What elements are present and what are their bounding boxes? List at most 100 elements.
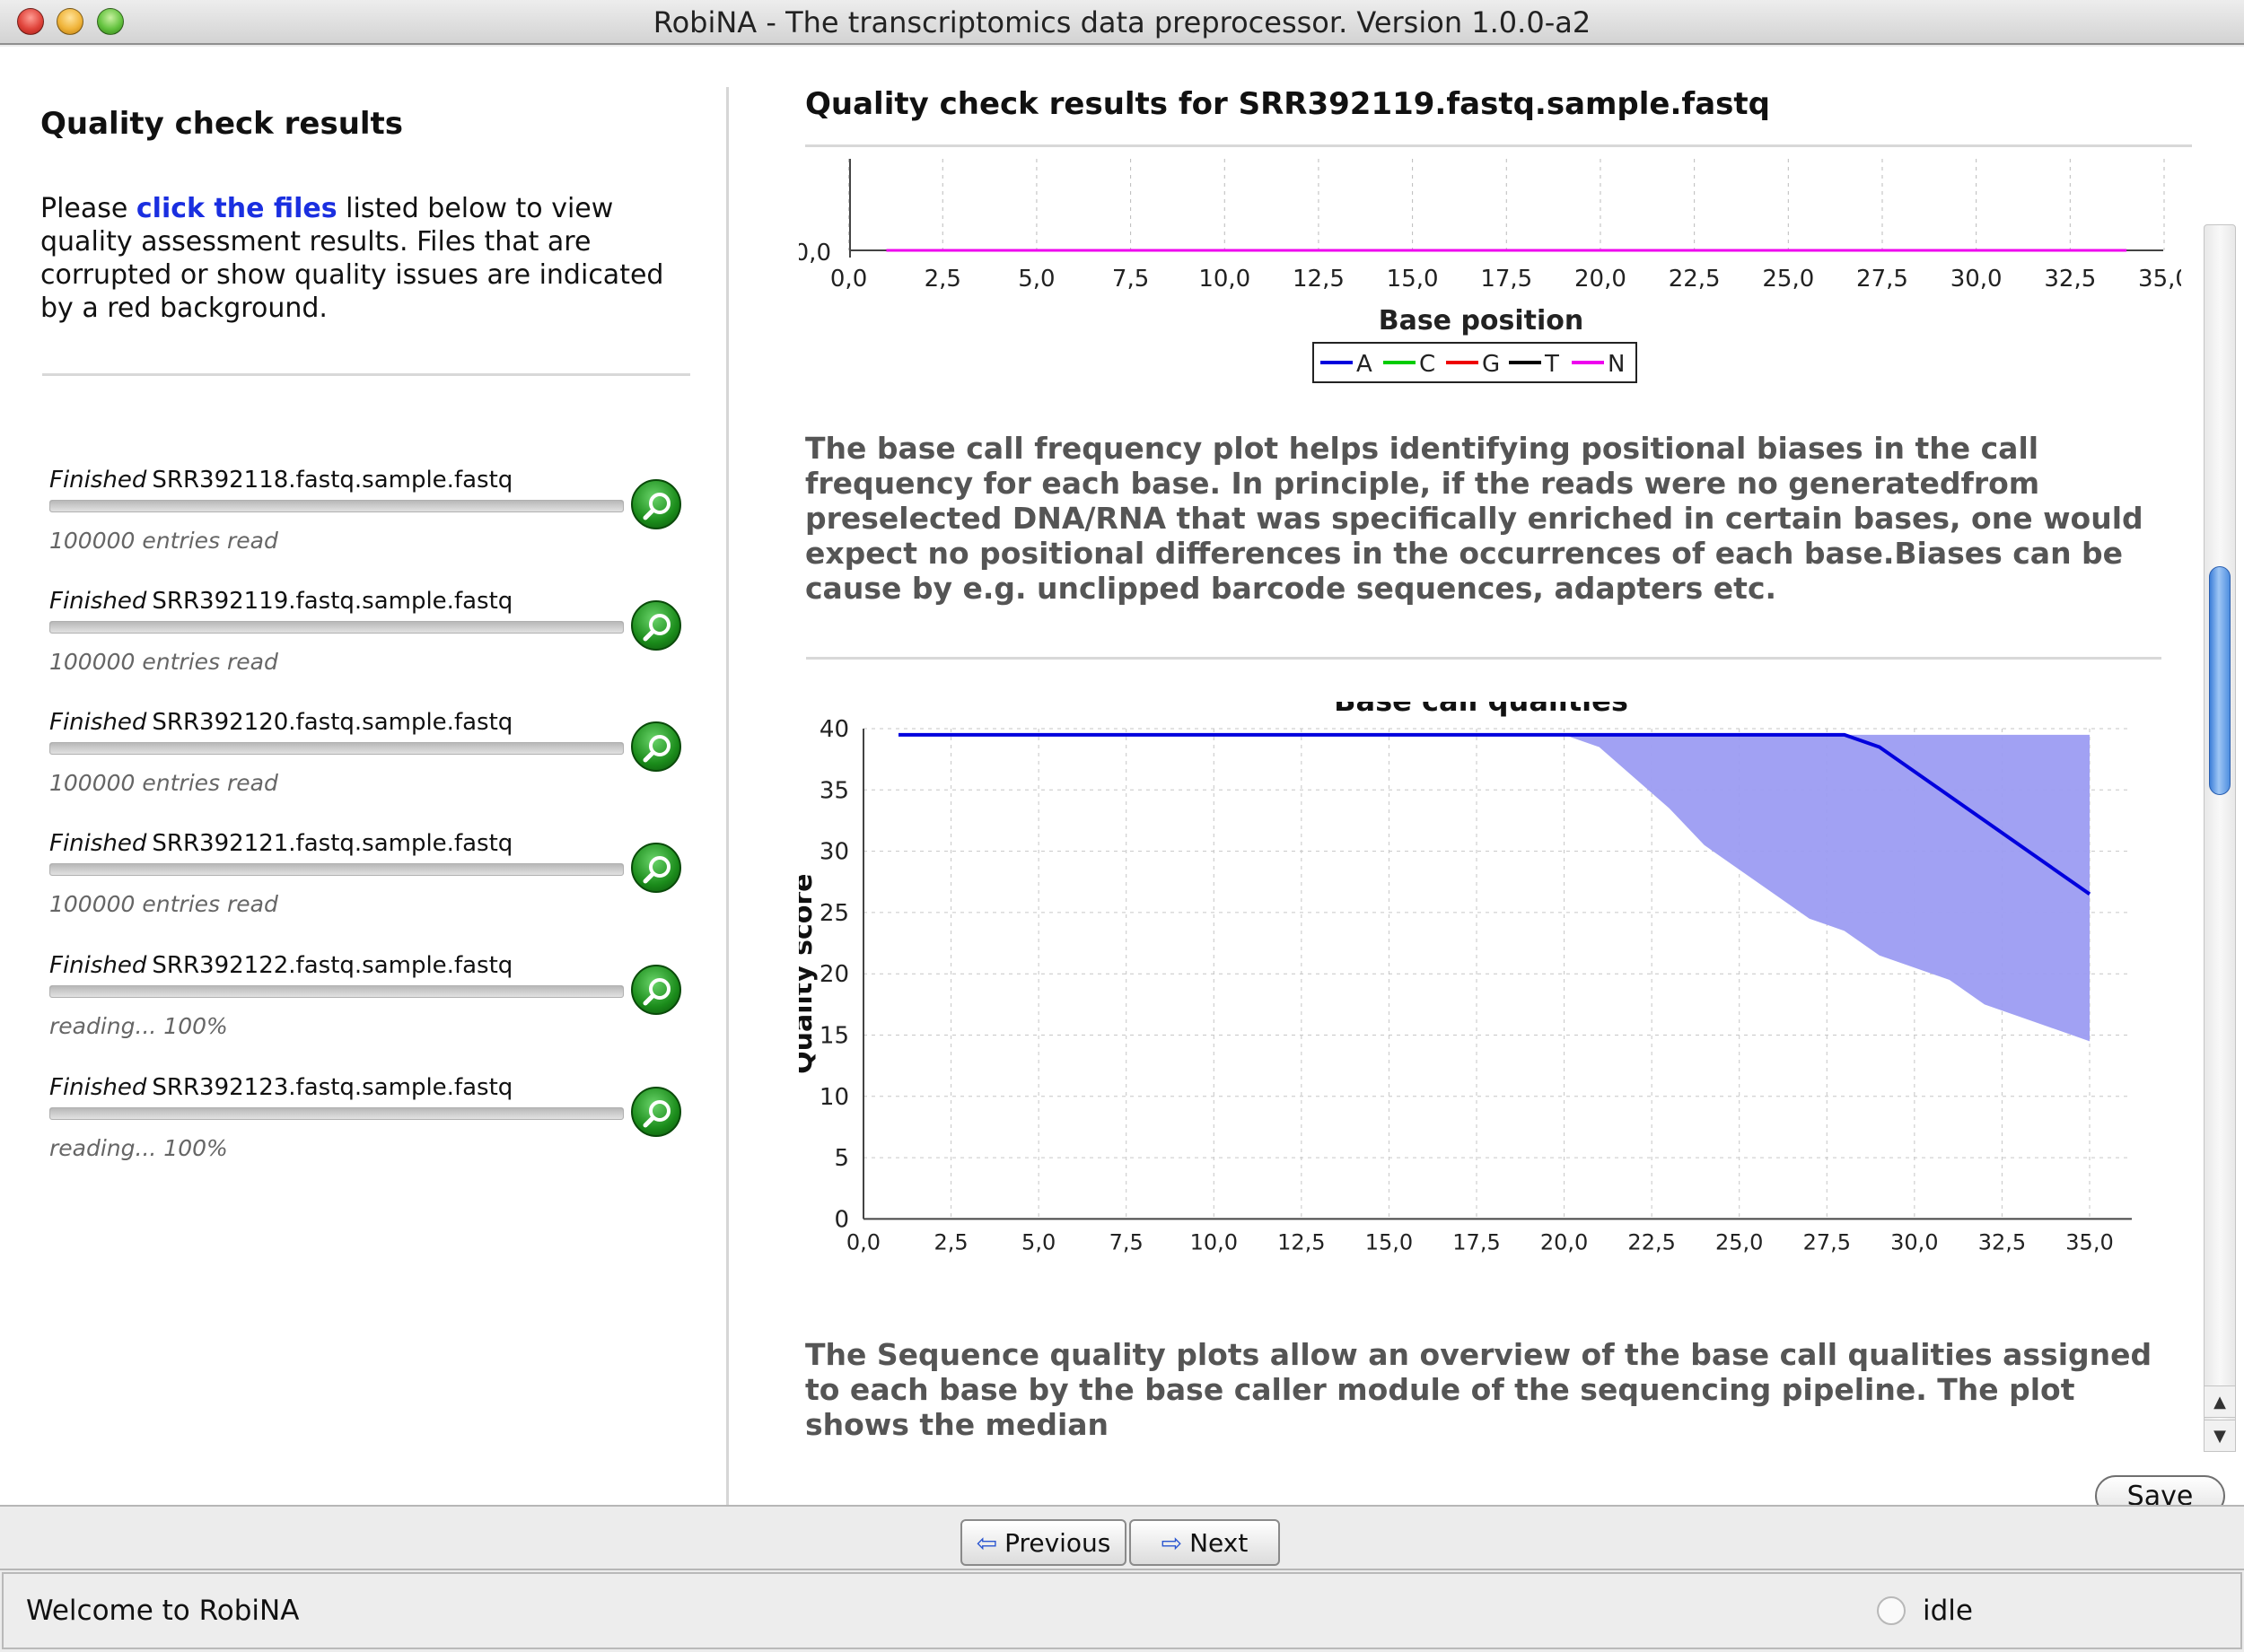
file-status: Finished SRR392119.fastq.sample.fastq [49,588,513,615]
scrollbar-thumb[interactable] [2209,566,2231,795]
x-axis-label: Base position [1379,305,1584,337]
x-tick-label: 17,5 [1452,1229,1500,1254]
separator [805,144,2192,147]
file-status-label: Finished [49,830,147,857]
file-status-label: Finished [49,709,147,736]
file-list-item[interactable]: Finished SRR392120.fastq.sample.fastq 1000… [40,709,705,817]
progress-fill [50,501,623,511]
view-results-button[interactable] [631,843,681,893]
file-status: Finished SRR392120.fastq.sample.fastq [49,709,513,736]
view-results-button[interactable] [631,600,681,651]
navigation-bar: ⇦ Previous ⇨ Next [0,1505,2244,1570]
x-tick-label: 32,5 [1978,1229,2026,1254]
y-tick-label: 25 [820,900,849,927]
file-progress-bar [49,742,624,755]
previous-label: Previous [1004,1527,1111,1558]
x-tick-label: 25,0 [1715,1229,1763,1254]
x-tick-label: 32,5 [2044,266,2096,293]
file-status-label: Finished [49,1074,147,1101]
intro-prefix: Please [40,193,136,224]
view-results-button[interactable] [631,479,681,529]
status-message: Welcome to RobiNA [26,1595,300,1627]
x-tick-label: 0,0 [830,266,867,293]
file-name: SRR392119.fastq.sample.fastq [152,588,513,615]
split-divider[interactable] [726,87,729,1523]
file-progress-bar [49,1107,624,1120]
x-tick-label: 30,0 [1890,1229,1938,1254]
file-status: Finished SRR392122.fastq.sample.fastq [49,952,513,979]
file-name: SRR392120.fastq.sample.fastq [152,709,513,736]
x-tick-label: 35,0 [2138,266,2181,293]
file-list-item[interactable]: Finished SRR392121.fastq.sample.fastq 1000… [40,830,705,938]
x-tick-label: 20,0 [1574,266,1626,293]
base-call-frequency-chart: 0,0 2,5 5,0 7,5 10,0 12,5 15,0 17,5 20,0 22,5 25,0… [799,159,2181,383]
file-list-item[interactable]: Finished SRR392122.fastq.sample.fastq read… [40,952,705,1060]
file-read-status: reading... 100% [49,1135,228,1161]
file-status: Finished SRR392123.fastq.sample.fastq [49,1074,513,1101]
x-tick-label: 15,0 [1365,1229,1413,1254]
y-tick-label: 15 [820,1023,849,1050]
file-name: SRR392118.fastq.sample.fastq [152,467,513,494]
separator [806,657,2161,660]
legend-label-G: G [1482,351,1500,378]
window-title: RobiNA - The transcriptomics data prepro… [653,5,1591,39]
next-label: Next [1189,1527,1249,1558]
scroll-down-button[interactable]: ▼ [2204,1420,2236,1452]
title-bar[interactable]: RobiNA - The transcriptomics data prepro… [0,0,2244,45]
arrow-left-icon: ⇦ [976,1527,998,1558]
click-files-highlight: click the files [136,193,337,224]
x-tick-label: 22,5 [1669,266,1721,293]
scroll-up-button[interactable]: ▲ [2204,1385,2236,1418]
panel-title: Quality check results [40,106,404,142]
view-results-button[interactable] [631,1087,681,1137]
x-tick-label: 7,5 [1109,1229,1144,1254]
file-progress-bar [49,621,624,634]
file-read-status: reading... 100% [49,1013,228,1039]
file-status-label: Finished [49,952,147,979]
file-list-item[interactable]: Finished SRR392119.fastq.sample.fastq 1000… [40,588,705,695]
file-list-item[interactable]: Finished SRR392123.fastq.sample.fastq read… [40,1074,705,1182]
file-progress-bar [49,985,624,998]
zoom-icon [643,614,671,642]
file-status: Finished SRR392121.fastq.sample.fastq [49,830,513,857]
zoom-icon [643,735,671,763]
y-tick-label: 0,0 [799,240,831,267]
chart-title: Base call qualities [1334,702,1628,718]
legend-label-C: C [1419,351,1435,378]
x-tick-label: 15,0 [1387,266,1439,293]
next-button[interactable]: ⇨ Next [1129,1519,1280,1566]
zoom-icon [643,856,671,884]
previous-button[interactable]: ⇦ Previous [960,1519,1126,1566]
status-frame: Welcome to RobiNA idle [2,1572,2242,1649]
zoom-icon [643,978,671,1006]
x-tick-label: 20,0 [1540,1229,1588,1254]
y-axis-label: Quality score [799,873,819,1073]
file-list-item[interactable]: Finished SRR392118.fastq.sample.fastq 1000… [40,467,705,574]
x-tick-label: 10,0 [1190,1229,1238,1254]
vertical-scrollbar[interactable] [2204,224,2236,1452]
x-tick-label: 27,5 [1803,1229,1851,1254]
x-tick-label: 5,0 [1021,1229,1056,1254]
y-tick-label: 40 [820,716,849,743]
file-progress-bar [49,863,624,876]
view-results-button[interactable] [631,965,681,1015]
frequency-description: The base call frequency plot helps ident… [805,431,2143,606]
x-tick-label: 35,0 [2065,1229,2113,1254]
x-tick-label: 10,0 [1198,266,1250,293]
x-tick-label: 2,5 [934,1229,968,1254]
legend-label-N: N [1608,351,1625,378]
progress-fill [50,864,623,875]
results-scroll-area[interactable]: 0,0 2,5 5,0 7,5 10,0 12,5 15,0 17,5 20,0 22,5 25,0… [799,154,2208,1455]
x-tick-label: 22,5 [1627,1229,1675,1254]
zoom-icon [643,493,671,520]
file-name: SRR392121.fastq.sample.fastq [152,830,513,857]
y-tick-label: 10 [820,1084,849,1111]
file-name: SRR392122.fastq.sample.fastq [152,952,513,979]
y-tick-label: 20 [820,961,849,988]
file-progress-bar [49,500,624,512]
file-status: Finished SRR392118.fastq.sample.fastq [49,467,513,494]
main-area: Quality check results Please click the f… [0,47,2244,1523]
file-name: SRR392123.fastq.sample.fastq [152,1074,513,1101]
view-results-button[interactable] [631,721,681,772]
file-list-panel: Quality check results Please click the f… [0,47,727,1482]
